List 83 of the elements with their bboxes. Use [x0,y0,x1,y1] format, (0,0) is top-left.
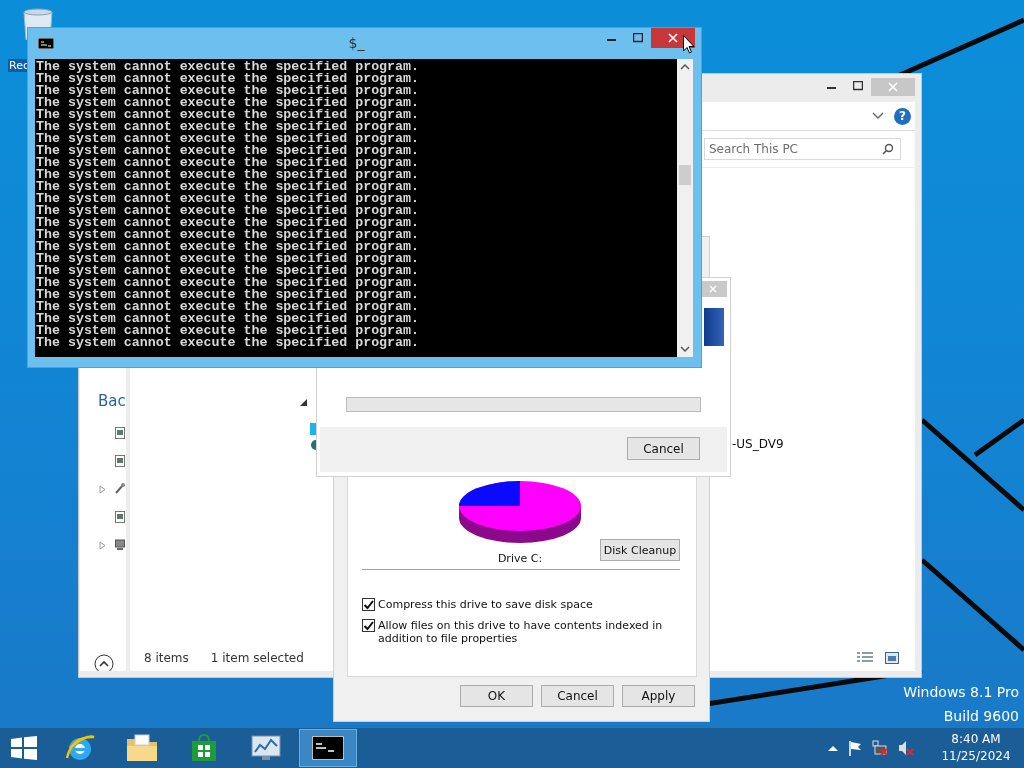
console-icon [312,736,344,760]
clock-date: 11/25/2024 [941,748,1011,765]
console-line: The system cannot execute the specified program. [36,85,420,97]
close-icon [888,82,898,92]
large-icons-view-icon[interactable] [885,652,899,664]
scroll-up-icon[interactable] [680,63,690,71]
expand-icon[interactable] [99,485,106,494]
details-view-icon[interactable] [857,652,873,664]
close-button[interactable] [651,28,695,48]
cancel-button[interactable]: Cancel [627,437,700,460]
item-count: 8 items [144,651,189,665]
computer-icon[interactable] [115,539,125,551]
search-field[interactable]: Search This PC [704,138,901,160]
checkbox[interactable] [362,619,375,632]
chart-monitor-icon [250,733,282,763]
console-line: The system cannot execute the specified program. [36,145,420,157]
console-line: The system cannot execute the specified program. [36,337,420,349]
header-band [704,308,724,346]
window-title: $_ [347,35,366,51]
console-line: The system cannot execute the specified program. [36,241,420,253]
scroll-thumb[interactable] [679,165,691,185]
console-line: The system cannot execute the specified program. [36,169,420,181]
chevron-icon[interactable] [872,112,884,120]
console-line: The system cannot execute the specified program. [36,229,420,241]
network-error-icon[interactable] [872,740,888,756]
console-line: The system cannot execute the specified program. [36,97,420,109]
nav-item[interactable]: Bac [98,392,126,410]
console-line: The system cannot execute the specified program. [36,109,420,121]
console-icon [38,38,54,49]
show-hidden-icons-icon[interactable] [828,745,838,751]
console-line: The system cannot execute the specified program. [36,301,420,313]
start-icon[interactable] [11,736,37,760]
dialog-button[interactable]: Cancel [541,685,614,707]
speaker-muted-icon[interactable] [898,740,914,756]
console-line: The system cannot execute the specified program. [36,325,420,337]
document-icon[interactable] [115,427,125,439]
scroll-down-icon[interactable] [680,345,690,353]
disk-cleanup-button[interactable]: Disk Cleanup [600,539,680,561]
console-line: The system cannot execute the specified program. [36,61,420,73]
console-line: The system cannot execute the specified program. [36,253,420,265]
drive-name: Drive C: [497,552,543,565]
wrench-icon[interactable] [115,482,125,494]
console-line: The system cannot execute the specified program. [36,277,420,289]
taskbar-button[interactable] [299,729,357,767]
console-line: The system cannot execute the specified program. [36,265,420,277]
console-line: The system cannot execute the specified program. [36,289,420,301]
selection-count: 1 item selected [210,651,304,665]
build-text: Build 9600 [943,708,1019,724]
close-icon [709,285,717,293]
dialog-button[interactable]: OK [460,685,533,707]
console-line: The system cannot execute the specified program. [36,217,420,229]
console-line: The system cannot execute the specified program. [36,73,420,85]
drive-label[interactable]: -US_DV9 [732,437,784,451]
edition-text: Windows 8.1 Pro [903,684,1019,700]
maximize-icon[interactable] [853,81,863,91]
shopping-bag-icon [190,733,218,763]
group-toggle-icon[interactable] [300,399,307,406]
flag-icon[interactable] [848,740,862,756]
folder-icon [125,733,159,763]
help-button[interactable]: ? [894,107,911,125]
console-line: The system cannot execute the specified program. [36,205,420,217]
checkbox-label[interactable]: Allow files on this drive to have contents indexed in addition to file properties [378,619,678,645]
dialog-button[interactable]: Apply [622,685,695,707]
document-icon[interactable] [115,511,125,523]
cursor-icon [683,35,695,54]
console-line: The system cannot execute the specified program. [36,313,420,325]
console-line: The system cannot execute the specified program. [36,193,420,205]
search-icon [882,143,894,155]
clock-time: 8:40 AM [951,731,1001,748]
clock[interactable]: 8:40 AM 11/25/2024 [938,731,1014,765]
checkbox[interactable] [362,598,375,611]
expand-icon[interactable] [99,541,106,550]
checkbox-label[interactable]: Compress this drive to save disk space [378,598,678,611]
document-icon[interactable] [115,455,125,467]
console-line: The system cannot execute the specified program. [36,157,420,169]
console-line: The system cannot execute the specified program. [36,133,420,145]
console-line: The system cannot execute the specified program. [36,121,420,133]
close-icon [668,33,678,43]
scrollbar[interactable] [677,59,693,357]
collapse-icon[interactable] [94,654,114,671]
console-line: The system cannot execute the specified program. [36,181,420,193]
desktop-icon-label[interactable]: Rec [8,59,30,72]
maximize-icon[interactable] [633,33,643,43]
